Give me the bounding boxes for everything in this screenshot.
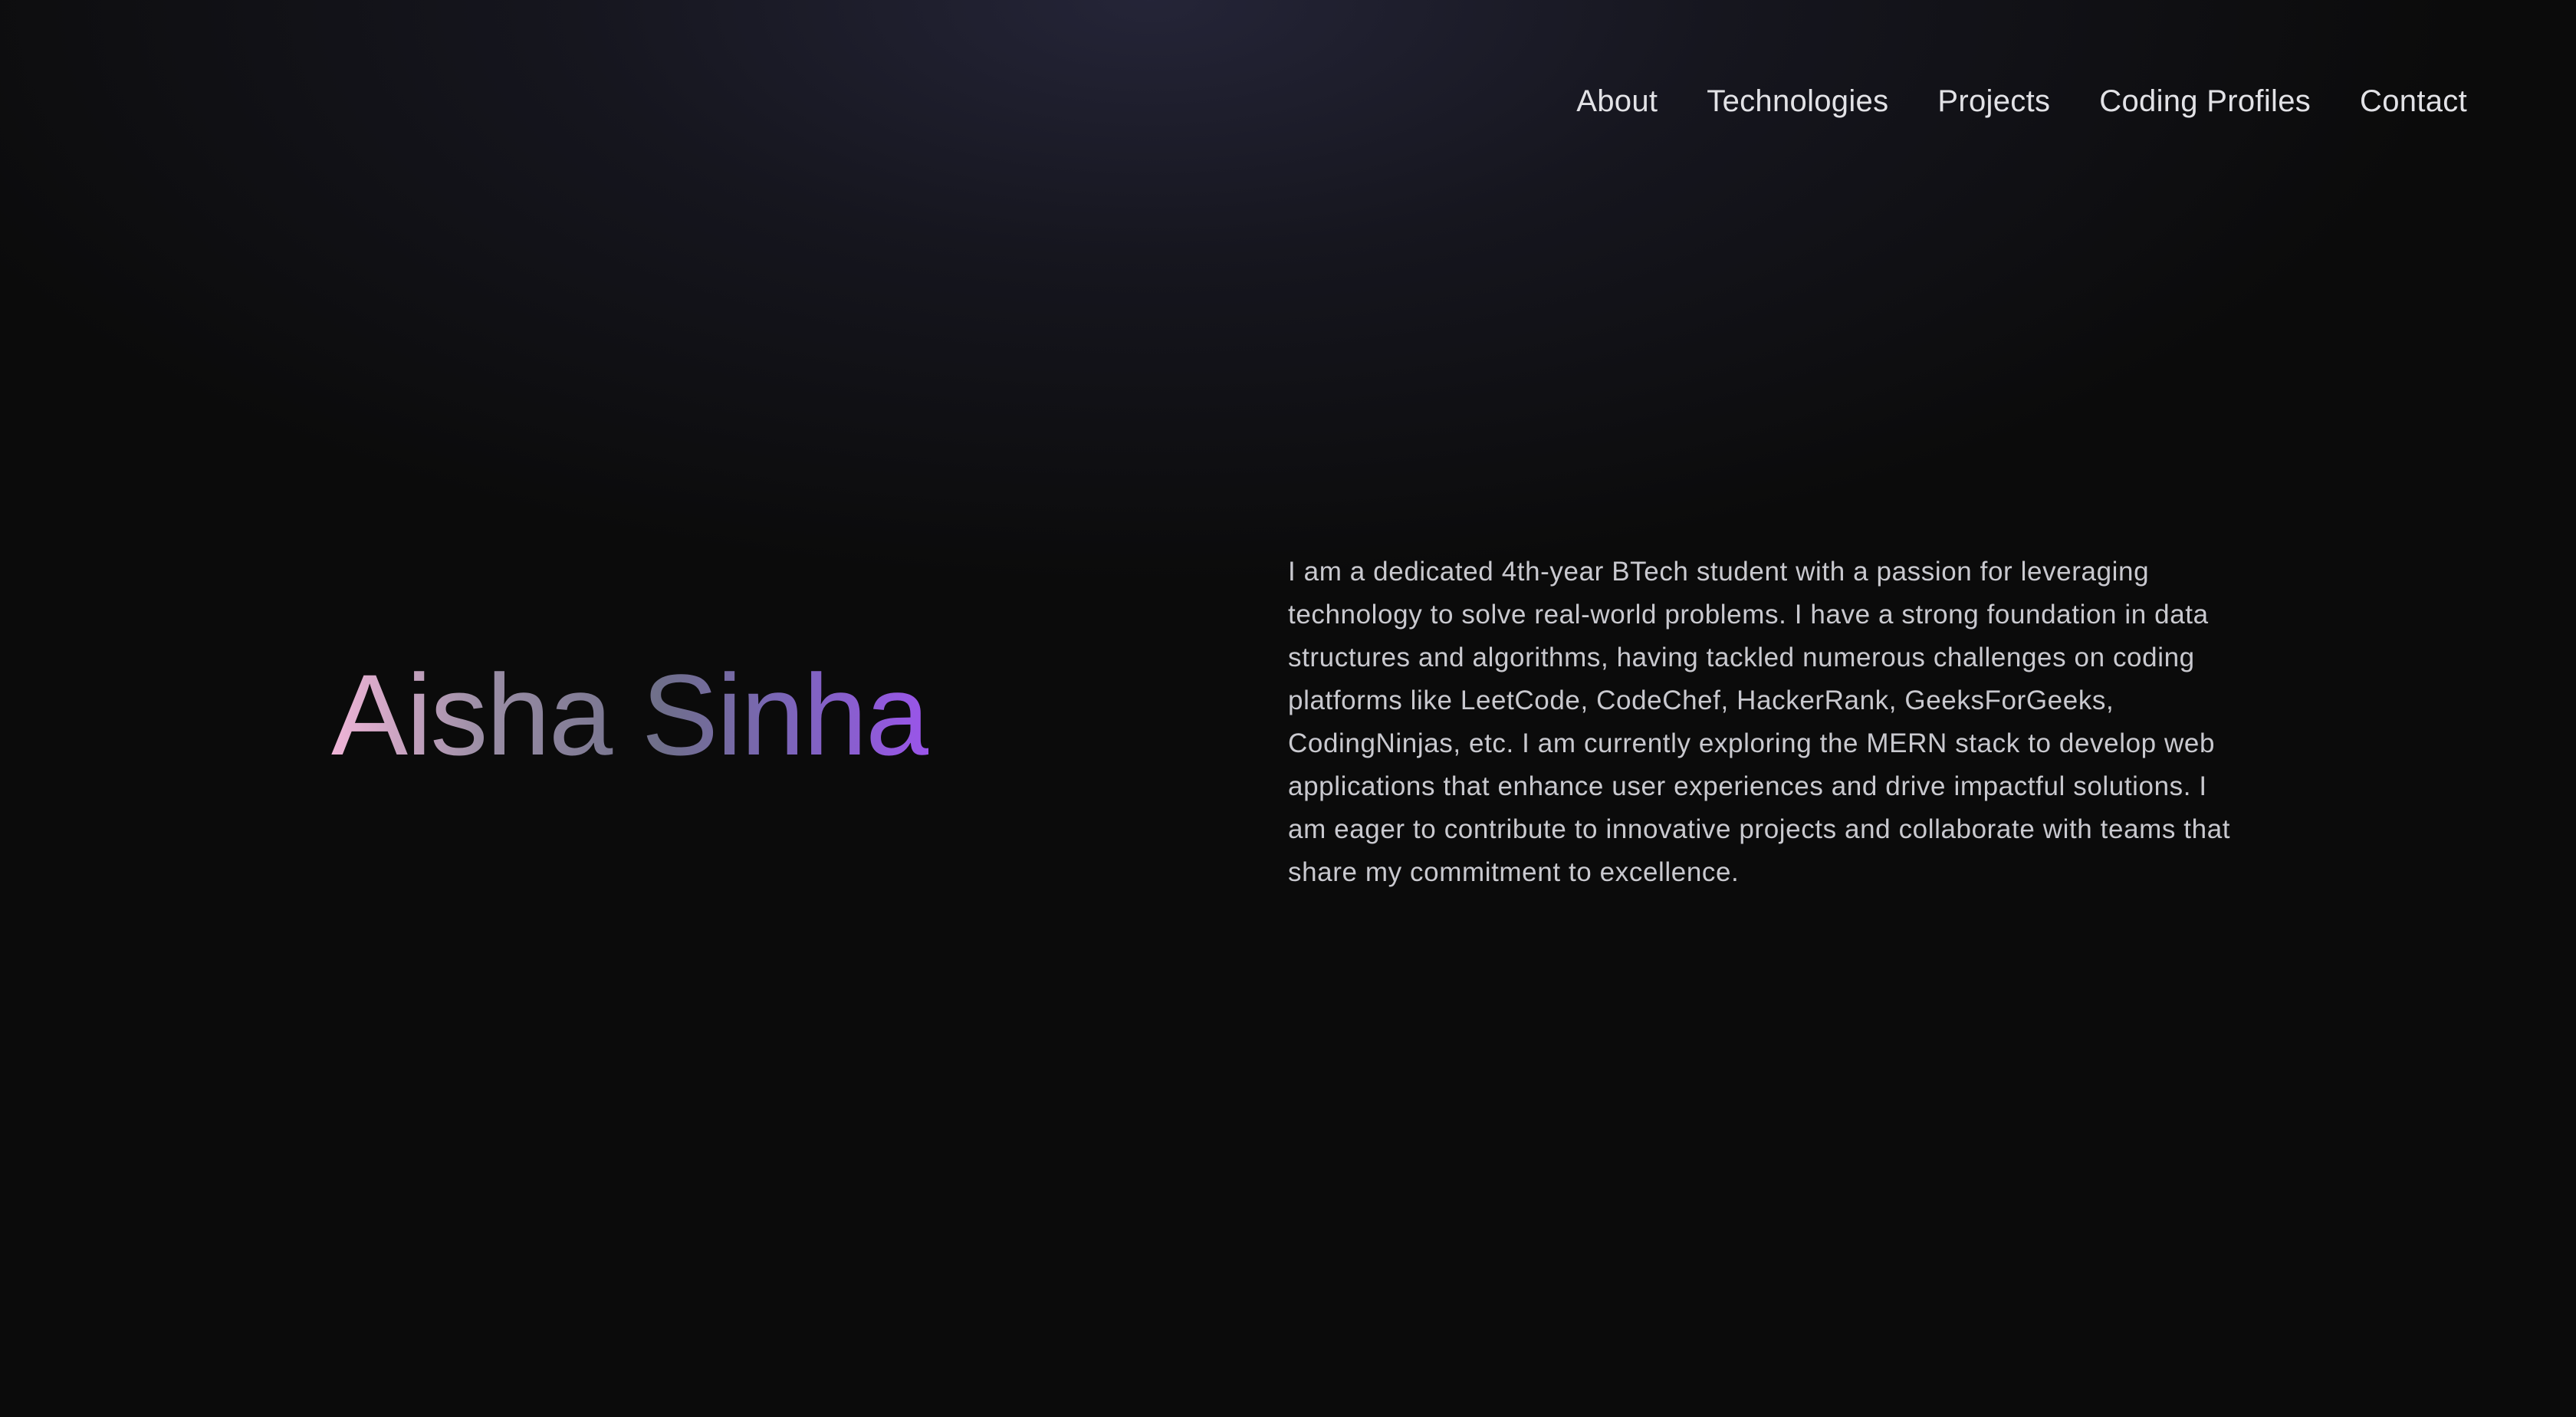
hero-bio: I am a dedicated 4th-year BTech student … [1288, 557, 2231, 887]
top-navigation: About Technologies Projects Coding Profi… [1576, 78, 2467, 124]
hero-name: Aisha Sinha [331, 646, 930, 784]
nav-link-coding-profiles[interactable]: Coding Profiles [2099, 78, 2311, 124]
nav-link-projects[interactable]: Projects [1937, 78, 2050, 124]
nav-link-about[interactable]: About [1576, 78, 1658, 124]
nav-link-technologies[interactable]: Technologies [1707, 78, 1888, 124]
nav-link-contact[interactable]: Contact [2360, 78, 2467, 124]
